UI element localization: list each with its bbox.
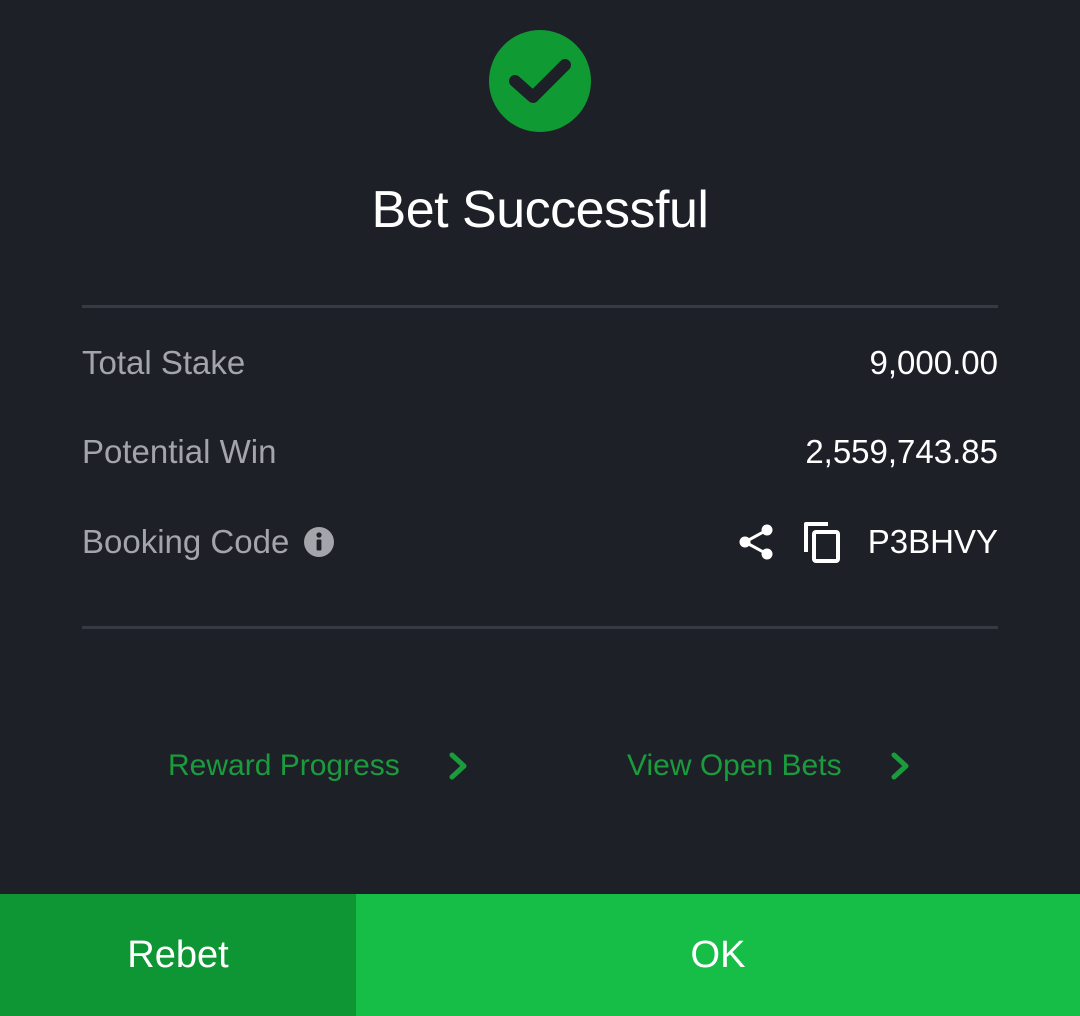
ok-button[interactable]: OK [356, 894, 1080, 1016]
chevron-right-icon [446, 750, 470, 782]
reward-progress-link[interactable]: Reward Progress [168, 736, 470, 796]
info-icon[interactable] [303, 526, 335, 558]
share-icon[interactable] [736, 522, 776, 562]
total-stake-label: Total Stake [82, 344, 246, 381]
potential-win-label: Potential Win [82, 433, 277, 470]
copy-icon[interactable] [802, 520, 842, 564]
total-stake-value: 9,000.00 [869, 344, 998, 381]
success-icon [489, 30, 591, 132]
rebet-button[interactable]: Rebet [0, 894, 356, 1016]
total-stake-row: Total Stake 9,000.00 [82, 333, 998, 393]
chevron-right-icon [888, 750, 912, 782]
dialog-title: Bet Successful [371, 181, 709, 239]
potential-win-row: Potential Win 2,559,743.85 [82, 422, 998, 482]
booking-code-row: Booking Code P3BHVY [82, 512, 998, 572]
potential-win-value: 2,559,743.85 [805, 433, 998, 470]
bottom-divider [82, 626, 998, 629]
view-open-bets-link[interactable]: View Open Bets [627, 736, 912, 796]
view-open-bets-label: View Open Bets [627, 749, 842, 782]
reward-progress-label: Reward Progress [168, 749, 400, 782]
checkmark-icon [509, 59, 571, 103]
booking-code-value-group: P3BHVY [736, 520, 998, 564]
booking-code-value[interactable]: P3BHVY [868, 523, 998, 561]
booking-code-label-group: Booking Code [82, 523, 335, 561]
booking-code-label: Booking Code [82, 523, 290, 560]
top-divider [82, 305, 998, 308]
